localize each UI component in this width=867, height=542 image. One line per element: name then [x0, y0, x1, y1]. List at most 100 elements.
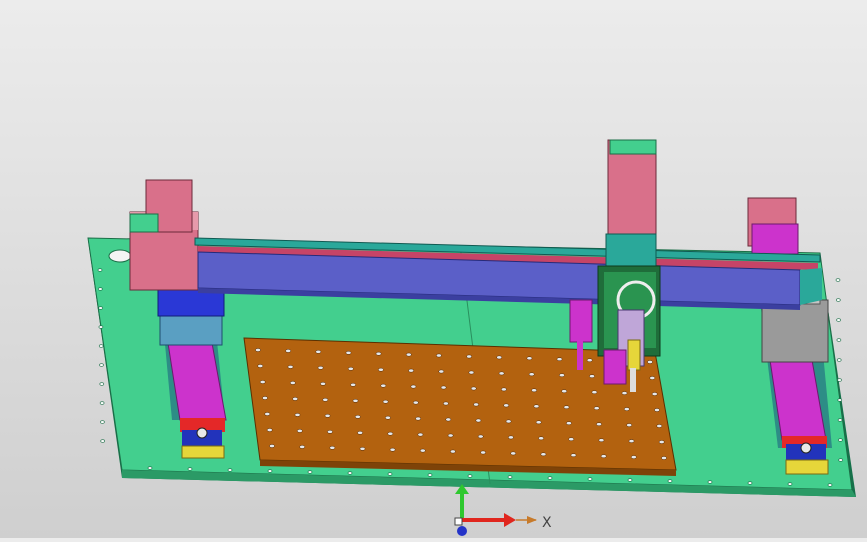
table-hole	[378, 367, 384, 372]
table-hole	[505, 419, 512, 424]
table-hole	[651, 392, 658, 396]
table-hole	[259, 380, 266, 384]
table-hole	[526, 356, 533, 361]
x-axis-label: X	[542, 515, 552, 531]
table-hole	[382, 399, 389, 404]
table-hole	[405, 352, 412, 357]
plate-hole	[187, 467, 193, 471]
table-hole	[477, 434, 484, 439]
plate-hole	[838, 438, 843, 442]
table-hole	[568, 437, 575, 442]
table-hole	[408, 368, 414, 373]
table-hole	[450, 449, 456, 454]
plate-hole	[837, 418, 843, 422]
table-hole	[322, 397, 329, 402]
table-hole	[438, 369, 445, 374]
plate-hole	[838, 458, 844, 462]
table-hole	[563, 405, 570, 410]
table-hole	[559, 373, 565, 378]
plate-hole	[99, 401, 105, 405]
plate-hole	[99, 363, 104, 367]
table-hole	[468, 370, 475, 375]
plate-hole	[267, 469, 273, 473]
plate-hole	[98, 325, 104, 329]
table-hole	[510, 451, 517, 456]
table-hole	[387, 431, 394, 436]
cad-3d-viewport[interactable]: X	[0, 0, 867, 538]
table-hole	[531, 388, 537, 393]
z-axis-origin-icon	[457, 526, 467, 536]
plate-hole	[837, 398, 843, 402]
table-hole	[289, 381, 296, 385]
table-hole	[470, 386, 477, 391]
plate-hole	[836, 338, 842, 342]
table-hole	[475, 418, 482, 423]
table-hole	[419, 448, 426, 453]
table-hole	[345, 350, 352, 355]
table-hole	[626, 423, 633, 427]
table-hole	[375, 351, 382, 356]
table-hole	[315, 349, 322, 354]
plate-hole	[97, 268, 103, 272]
table-hole	[354, 414, 361, 419]
table-hole	[262, 396, 268, 400]
table-hole	[296, 429, 303, 433]
table-hole	[264, 412, 271, 416]
plate-hole	[98, 344, 104, 348]
plate-hole	[227, 468, 233, 472]
table-hole	[257, 364, 264, 368]
table-hole	[347, 366, 354, 371]
plate-hole	[307, 470, 313, 474]
table-hole	[480, 450, 486, 455]
plate-hole	[835, 278, 841, 282]
plate-hole	[147, 466, 153, 470]
plate-hole	[507, 475, 513, 479]
plate-hole	[787, 482, 793, 486]
plate-hole	[467, 474, 473, 478]
plate-hole	[707, 480, 713, 484]
table-hole	[447, 433, 454, 438]
table-hole	[600, 454, 607, 459]
plate-hole	[427, 473, 433, 477]
table-hole	[589, 374, 595, 379]
plate-hole	[387, 472, 393, 476]
table-hole	[269, 444, 275, 448]
table-hole	[623, 407, 630, 411]
table-hole	[436, 353, 442, 358]
plate-hole	[837, 378, 842, 382]
table-hole	[285, 349, 292, 353]
table-hole	[299, 445, 306, 449]
plate-hole	[667, 479, 673, 483]
table-hole	[561, 389, 568, 394]
table-hole	[528, 372, 535, 377]
plate-hole	[547, 476, 553, 480]
table-hole	[255, 348, 261, 352]
plate-hole	[627, 478, 633, 482]
table-hole	[566, 421, 572, 426]
table-hole	[389, 447, 396, 452]
plate-hole	[100, 439, 105, 443]
table-hole	[628, 439, 635, 443]
table-hole	[350, 382, 356, 387]
table-hole	[538, 436, 544, 441]
table-hole	[508, 435, 514, 440]
table-hole	[570, 453, 577, 458]
coordinate-triad: X	[454, 484, 552, 536]
table-hole	[596, 422, 602, 427]
table-hole	[501, 387, 507, 392]
table-hole	[621, 391, 628, 395]
table-hole	[266, 428, 273, 432]
table-hole	[598, 438, 605, 443]
table-hole	[540, 452, 547, 457]
plate-hole	[835, 298, 841, 302]
table-hole	[445, 417, 452, 422]
plate-hole	[836, 358, 842, 362]
table-hole	[496, 355, 503, 360]
table-hole	[443, 401, 449, 406]
plate-hole	[98, 287, 103, 291]
table-hole	[630, 455, 637, 459]
table-hole	[327, 429, 333, 434]
table-hole	[593, 406, 600, 411]
table-hole	[556, 357, 563, 362]
plate-hole	[99, 382, 105, 386]
